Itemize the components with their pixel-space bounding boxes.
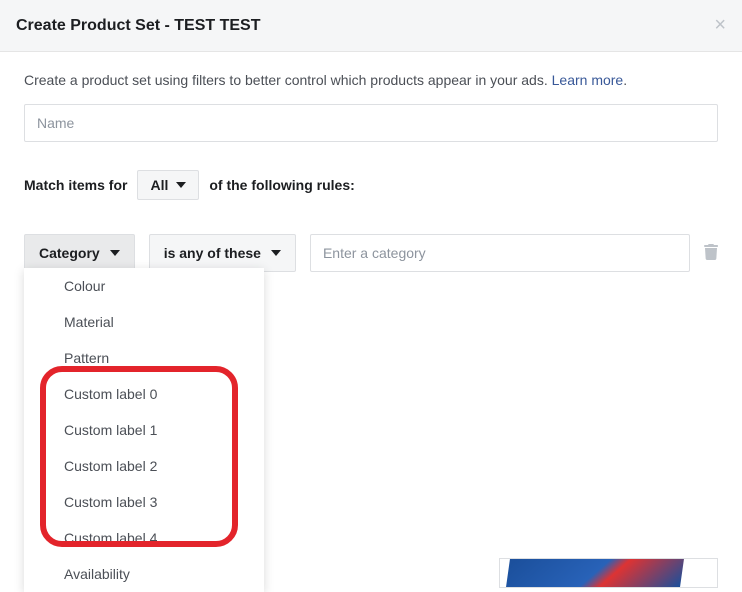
dropdown-item-pattern[interactable]: Pattern: [24, 340, 264, 376]
close-icon[interactable]: ×: [714, 14, 726, 37]
dropdown-item-custom-label-2[interactable]: Custom label 2: [24, 448, 264, 484]
field-dropdown-menu: Colour Material Pattern Custom label 0 C…: [24, 268, 264, 592]
dropdown-item-material[interactable]: Material: [24, 304, 264, 340]
dropdown-item-availability[interactable]: Availability: [24, 556, 264, 592]
dropdown-item-custom-label-4[interactable]: Custom label 4: [24, 520, 264, 556]
rule-field-select[interactable]: Category: [24, 234, 135, 272]
dropdown-item-colour[interactable]: Colour: [24, 268, 264, 304]
rule-field-label: Category: [39, 245, 100, 261]
dropdown-item-custom-label-3[interactable]: Custom label 3: [24, 484, 264, 520]
dialog-body: Create a product set using filters to be…: [0, 52, 742, 292]
dropdown-item-custom-label-0[interactable]: Custom label 0: [24, 376, 264, 412]
caret-down-icon: [110, 250, 120, 256]
dialog-title: Create Product Set - TEST TEST: [16, 17, 260, 35]
match-prefix-label: Match items for: [24, 177, 127, 193]
match-rule-row: Match items for All of the following rul…: [24, 170, 718, 200]
match-scope-label: All: [150, 177, 168, 193]
match-suffix-label: of the following rules:: [209, 177, 354, 193]
filter-rule-row: Category is any of these: [24, 234, 718, 272]
description-main: Create a product set using filters to be…: [24, 72, 552, 88]
caret-down-icon: [176, 182, 186, 188]
product-set-name-input[interactable]: [24, 104, 718, 142]
trash-icon: [704, 244, 718, 260]
learn-more-link[interactable]: Learn more: [552, 72, 624, 88]
rule-operator-label: is any of these: [164, 245, 261, 261]
rule-operator-select[interactable]: is any of these: [149, 234, 296, 272]
match-scope-select[interactable]: All: [137, 170, 199, 200]
dialog-header: Create Product Set - TEST TEST ×: [0, 0, 742, 52]
description-text: Create a product set using filters to be…: [24, 72, 718, 88]
caret-down-icon: [271, 250, 281, 256]
dropdown-item-custom-label-1[interactable]: Custom label 1: [24, 412, 264, 448]
rule-value-input[interactable]: [310, 234, 690, 272]
product-thumbnail[interactable]: [499, 558, 718, 588]
delete-rule-button[interactable]: [704, 244, 718, 263]
